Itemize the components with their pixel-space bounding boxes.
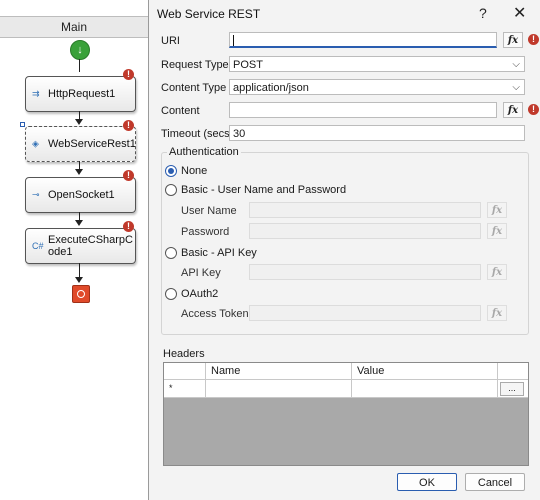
radio-oauth2[interactable] bbox=[165, 288, 177, 300]
access-token-input[interactable] bbox=[249, 305, 481, 321]
row-header-cell bbox=[164, 363, 206, 379]
content-fx-button[interactable]: fx bbox=[503, 102, 523, 118]
content-input[interactable] bbox=[229, 102, 497, 118]
user-name-fx-button[interactable]: fx bbox=[487, 202, 507, 218]
password-fx-button[interactable]: fx bbox=[487, 223, 507, 239]
http-icon: ⇉ bbox=[32, 88, 40, 99]
headers-label: Headers bbox=[163, 348, 205, 360]
start-icon[interactable]: ↓ bbox=[70, 40, 90, 60]
access-token-label: Access Token bbox=[181, 308, 249, 320]
chevron-down-icon: ⌵ bbox=[512, 82, 520, 93]
ok-button[interactable]: OK bbox=[397, 473, 457, 491]
cancel-button[interactable]: Cancel bbox=[465, 473, 525, 491]
radio-basic-api-label[interactable]: Basic - API Key bbox=[181, 247, 257, 259]
node-label: ExecuteCSharpCode1 bbox=[48, 234, 133, 258]
api-key-fx-button[interactable]: fx bbox=[487, 264, 507, 280]
uri-input[interactable] bbox=[229, 32, 497, 48]
uri-fx-button[interactable]: fx bbox=[503, 32, 523, 48]
connector-arrow bbox=[75, 119, 83, 125]
warning-icon[interactable]: ! bbox=[123, 120, 134, 131]
request-type-select[interactable]: POST ⌵ bbox=[229, 56, 525, 72]
warning-icon[interactable]: ! bbox=[528, 34, 539, 45]
connector-arrow bbox=[75, 169, 83, 175]
grid-header-row: Name Value bbox=[164, 363, 528, 380]
workflow-node-webservicerest[interactable]: ◈ WebServiceRest1 bbox=[25, 126, 136, 162]
text-cursor bbox=[233, 35, 234, 46]
timeout-input[interactable]: 30 bbox=[229, 125, 525, 141]
connector bbox=[79, 59, 80, 72]
value-cell[interactable] bbox=[352, 380, 498, 397]
api-key-input[interactable] bbox=[249, 264, 481, 280]
dialog-title: Web Service REST bbox=[157, 7, 261, 21]
workflow-node-executecsharpcode[interactable]: C# ExecuteCSharpCode1 bbox=[25, 228, 136, 264]
csharp-icon: C# bbox=[32, 241, 44, 251]
warning-icon[interactable]: ! bbox=[528, 104, 539, 115]
content-type-select[interactable]: application/json ⌵ bbox=[229, 79, 525, 95]
workflow-node-httprequest[interactable]: ⇉ HttpRequest1 bbox=[25, 76, 136, 112]
radio-oauth2-label[interactable]: OAuth2 bbox=[181, 288, 218, 300]
timeout-label: Timeout (secs) bbox=[161, 128, 234, 140]
dialog-titlebar: Web Service REST ? ✕ bbox=[149, 0, 540, 28]
password-input[interactable] bbox=[249, 223, 481, 239]
user-name-label: User Name bbox=[181, 205, 237, 217]
new-row-marker: * bbox=[164, 380, 206, 397]
warning-icon[interactable]: ! bbox=[123, 170, 134, 181]
web-service-rest-dialog: Web Service REST ? ✕ URI fx ! Request Ty… bbox=[148, 0, 540, 500]
node-label: HttpRequest1 bbox=[48, 88, 116, 100]
connector-arrow bbox=[75, 220, 83, 226]
radio-none-label[interactable]: None bbox=[181, 165, 207, 177]
access-token-fx-button[interactable]: fx bbox=[487, 305, 507, 321]
grid-new-row[interactable]: * ... bbox=[164, 380, 528, 398]
warning-icon[interactable]: ! bbox=[123, 221, 134, 232]
node-label: OpenSocket1 bbox=[48, 189, 115, 201]
node-label: WebServiceRest1 bbox=[48, 138, 136, 150]
column-header-name[interactable]: Name bbox=[206, 363, 352, 379]
workflow-canvas: Main ↓ ⇉ HttpRequest1 ! ◈ WebServiceRest… bbox=[0, 0, 148, 500]
end-icon[interactable] bbox=[72, 285, 90, 303]
request-type-value: POST bbox=[233, 59, 263, 71]
api-key-label: API Key bbox=[181, 267, 221, 279]
workflow-node-opensocket[interactable]: ⊸ OpenSocket1 bbox=[25, 177, 136, 213]
headers-grid[interactable]: Name Value * ... bbox=[163, 362, 529, 466]
radio-basic-user-label[interactable]: Basic - User Name and Password bbox=[181, 184, 346, 196]
request-type-label: Request Type bbox=[161, 59, 229, 71]
connector bbox=[79, 263, 80, 277]
canvas-header: Main bbox=[0, 16, 148, 38]
web-service-icon: ◈ bbox=[32, 138, 39, 149]
authentication-title: Authentication bbox=[167, 146, 241, 158]
chevron-down-icon: ⌵ bbox=[512, 59, 520, 70]
user-name-input[interactable] bbox=[249, 202, 481, 218]
warning-icon[interactable]: ! bbox=[123, 69, 134, 80]
column-header-value[interactable]: Value bbox=[352, 363, 498, 379]
connector-arrow bbox=[75, 277, 83, 283]
name-cell[interactable] bbox=[206, 380, 352, 397]
radio-basic-user[interactable] bbox=[165, 184, 177, 196]
password-label: Password bbox=[181, 226, 230, 238]
content-label: Content bbox=[161, 105, 200, 117]
content-type-value: application/json bbox=[233, 82, 309, 94]
ellipsis-button[interactable]: ... bbox=[500, 382, 524, 396]
selection-handle[interactable] bbox=[20, 122, 25, 127]
content-type-label: Content Type bbox=[161, 82, 227, 94]
close-button[interactable]: ✕ bbox=[513, 3, 526, 23]
help-button[interactable]: ? bbox=[479, 5, 487, 21]
uri-label: URI bbox=[161, 35, 180, 47]
socket-icon: ⊸ bbox=[32, 189, 40, 200]
radio-none[interactable] bbox=[165, 165, 177, 177]
radio-basic-api[interactable] bbox=[165, 247, 177, 259]
timeout-value: 30 bbox=[233, 128, 246, 140]
